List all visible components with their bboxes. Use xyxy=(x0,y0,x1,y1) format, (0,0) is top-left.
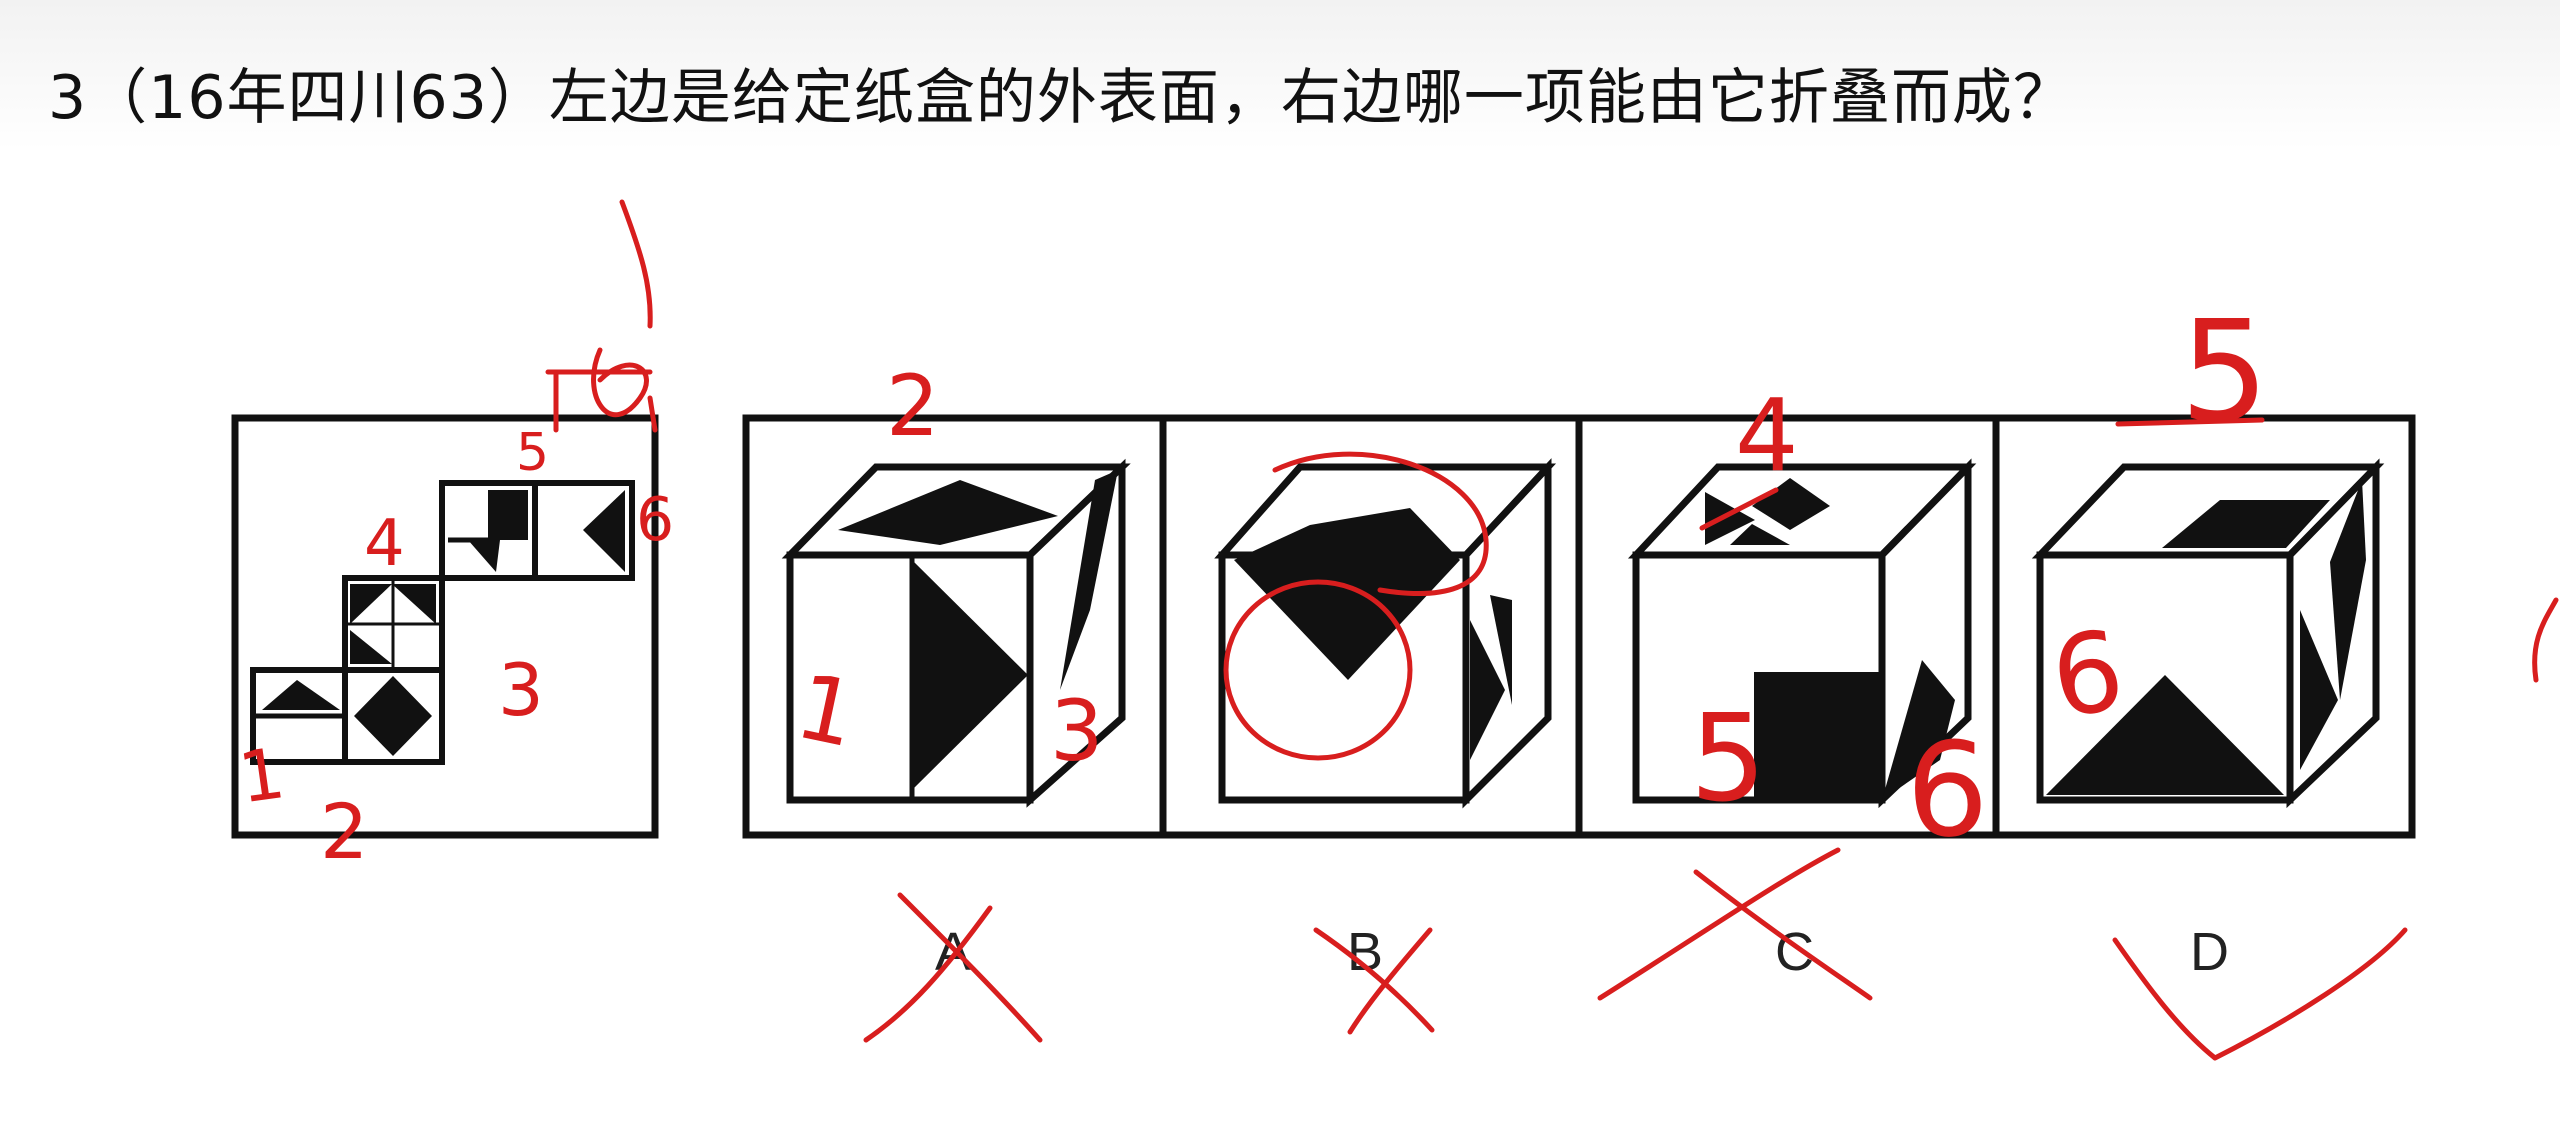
net-number-2: 2 xyxy=(320,787,368,876)
net-number-4: 4 xyxy=(364,507,405,581)
page: 3（16年四川63）左边是给定纸盒的外表面，右边哪一项能由它折叠而成？ A B … xyxy=(0,0,2560,1124)
mark-wrong-c xyxy=(1597,847,1873,1001)
cube-option-b[interactable] xyxy=(1214,458,1557,809)
option-label-b[interactable]: B xyxy=(1347,922,1383,982)
cube-d-face-5: 5 xyxy=(2180,291,2269,454)
net-number-3: 3 xyxy=(498,648,544,732)
net-number-6: 6 xyxy=(636,485,674,555)
option-label-d[interactable]: D xyxy=(2190,922,2229,982)
mark-correct-d xyxy=(2112,927,2408,1061)
cube-c-face-6: 6 xyxy=(1906,714,1989,866)
net-panel xyxy=(231,414,659,839)
net-face-4 xyxy=(439,480,538,581)
net-number-5: 5 xyxy=(516,423,549,483)
cube-c-face-4: 4 xyxy=(1735,377,1799,494)
cube-a-face-2: 2 xyxy=(886,357,939,455)
net-face-2 xyxy=(342,667,445,765)
cube-c-face-5: 5 xyxy=(1690,690,1766,829)
net-face-3 xyxy=(342,575,445,673)
puzzle-figure: A B C D 1 2 3 4 5 6 2 1 3 4 5 6 5 6 xyxy=(231,199,2559,1061)
cube-a-face-3: 3 xyxy=(1050,682,1103,780)
